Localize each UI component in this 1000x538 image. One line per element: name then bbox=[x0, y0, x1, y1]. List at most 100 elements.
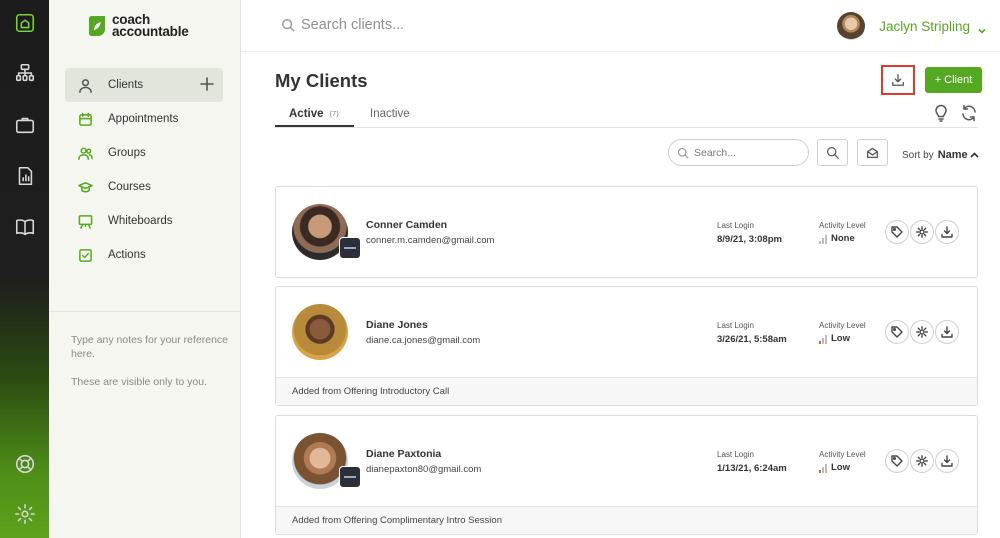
whiteboard-icon bbox=[78, 214, 93, 229]
client-settings-button[interactable] bbox=[910, 449, 934, 473]
client-settings-button[interactable] bbox=[910, 220, 934, 244]
activity-level-label: Activity Level bbox=[819, 450, 866, 459]
download-icon bbox=[941, 455, 953, 467]
activity-level-label: Activity Level bbox=[819, 321, 866, 330]
gear-icon bbox=[916, 226, 928, 238]
last-login-label: Last Login bbox=[717, 450, 754, 459]
briefcase-icon bbox=[15, 117, 34, 134]
download-icon bbox=[941, 226, 953, 238]
list-search bbox=[668, 139, 809, 166]
client-actions bbox=[885, 449, 960, 473]
sidebar-item-whiteboards[interactable]: Whiteboards bbox=[65, 204, 223, 238]
page-title: My Clients bbox=[275, 70, 368, 91]
download-icon bbox=[941, 326, 953, 338]
activity-level-label: Activity Level bbox=[819, 221, 866, 230]
logo-text-line2: accountable bbox=[112, 24, 189, 39]
tag-icon bbox=[891, 326, 903, 338]
sort-label: Sort by bbox=[902, 149, 934, 161]
tab-count: (7) bbox=[329, 109, 339, 118]
user-menu[interactable]: Jaclyn Stripling bbox=[837, 12, 986, 40]
refresh-icon bbox=[962, 104, 976, 122]
notes-placeholder-line1: Type any notes for your reference here. bbox=[71, 334, 229, 360]
app-rail bbox=[0, 0, 49, 538]
activity-level-value: None bbox=[819, 233, 855, 244]
download-icon bbox=[892, 74, 904, 86]
client-name[interactable]: Diane Jones bbox=[366, 319, 428, 331]
org-chart-icon bbox=[15, 63, 34, 82]
client-settings-button[interactable] bbox=[910, 320, 934, 344]
sidebar-item-clients[interactable]: Clients bbox=[65, 68, 223, 102]
home-icon bbox=[15, 13, 34, 33]
rail-business[interactable] bbox=[0, 103, 49, 147]
sidebar-item-label: Groups bbox=[108, 147, 146, 159]
message-clients-button[interactable] bbox=[857, 139, 888, 166]
client-email: dianepaxton80@gmail.com bbox=[366, 464, 482, 475]
refresh-button[interactable] bbox=[960, 104, 978, 122]
support-icon bbox=[15, 454, 34, 474]
sidebar-item-label: Whiteboards bbox=[108, 215, 173, 227]
brand-logo[interactable]: coach accountable bbox=[87, 13, 189, 39]
client-source-note: Added from Offering Introductory Call bbox=[276, 377, 977, 405]
search-icon bbox=[677, 147, 689, 159]
list-search-button[interactable] bbox=[817, 139, 848, 166]
sidebar-notes[interactable]: Type any notes for your reference here. … bbox=[71, 333, 231, 403]
sort-control[interactable]: Sort by Name bbox=[902, 149, 979, 161]
search-icon bbox=[282, 19, 295, 32]
sidebar: coach accountable Clients Appointments G… bbox=[49, 0, 241, 538]
tab-label: Active bbox=[289, 108, 324, 120]
add-client-plus-icon[interactable] bbox=[199, 76, 215, 92]
add-client-button[interactable]: + Client bbox=[925, 67, 982, 93]
client-card[interactable]: Conner Camden conner.m.camden@gmail.com … bbox=[275, 186, 978, 278]
gear-icon bbox=[916, 455, 928, 467]
user-name: Jaclyn Stripling bbox=[879, 18, 970, 34]
rail-organization[interactable] bbox=[0, 51, 49, 95]
person-icon bbox=[79, 78, 92, 93]
activity-level-value: Low bbox=[819, 462, 850, 473]
search-clients-input[interactable] bbox=[301, 17, 601, 33]
client-card[interactable]: Diane Paxtonia dianepaxton80@gmail.com L… bbox=[275, 415, 978, 535]
client-download-button[interactable] bbox=[935, 320, 959, 344]
settings-icon bbox=[14, 504, 35, 524]
client-name[interactable]: Diane Paxtonia bbox=[366, 448, 441, 460]
rail-home[interactable] bbox=[0, 1, 49, 45]
export-button[interactable] bbox=[881, 65, 915, 95]
rail-support[interactable] bbox=[0, 442, 49, 486]
activity-level-value: Low bbox=[819, 333, 850, 344]
tab-label: Inactive bbox=[370, 108, 410, 120]
activity-level-text: Low bbox=[831, 462, 850, 473]
client-card[interactable]: Diane Jones diane.ca.jones@gmail.com Las… bbox=[275, 286, 978, 406]
client-email: diane.ca.jones@gmail.com bbox=[366, 335, 481, 346]
last-login-label: Last Login bbox=[717, 221, 754, 230]
last-login-value: 1/13/21, 6:24am bbox=[717, 463, 787, 474]
client-download-button[interactable] bbox=[935, 449, 959, 473]
activity-level-text: Low bbox=[831, 333, 850, 344]
tab-active[interactable]: Active (7) bbox=[289, 108, 339, 120]
tag-button[interactable] bbox=[885, 320, 909, 344]
sidebar-item-actions[interactable]: Actions bbox=[65, 238, 223, 272]
signal-bars-icon bbox=[819, 235, 828, 244]
sidebar-item-label: Actions bbox=[108, 249, 146, 261]
chevron-up-icon bbox=[970, 151, 979, 158]
rail-reports[interactable] bbox=[0, 154, 49, 198]
sidebar-item-appointments[interactable]: Appointments bbox=[65, 102, 223, 136]
tab-active-underline bbox=[275, 125, 354, 127]
tag-button[interactable] bbox=[885, 449, 909, 473]
graduation-cap-icon bbox=[78, 181, 93, 192]
sidebar-item-courses[interactable]: Courses bbox=[65, 170, 223, 204]
sidebar-item-groups[interactable]: Groups bbox=[65, 136, 223, 170]
tab-inactive[interactable]: Inactive bbox=[370, 108, 410, 120]
tips-button[interactable] bbox=[932, 104, 950, 122]
sidebar-nav: Clients Appointments Groups Courses Whit… bbox=[65, 68, 223, 272]
sidebar-item-label: Appointments bbox=[108, 113, 179, 125]
rail-library[interactable] bbox=[0, 205, 49, 249]
client-name[interactable]: Conner Camden bbox=[366, 219, 447, 231]
client-actions bbox=[885, 320, 960, 344]
tag-button[interactable] bbox=[885, 220, 909, 244]
list-search-input[interactable] bbox=[694, 146, 804, 159]
client-download-button[interactable] bbox=[935, 220, 959, 244]
rail-settings[interactable] bbox=[0, 492, 49, 536]
signal-bars-icon bbox=[819, 335, 828, 344]
client-tabs: Active (7) Inactive bbox=[275, 104, 978, 128]
tag-icon bbox=[891, 455, 903, 467]
client-source-note: Added from Offering Complimentary Intro … bbox=[276, 506, 977, 534]
